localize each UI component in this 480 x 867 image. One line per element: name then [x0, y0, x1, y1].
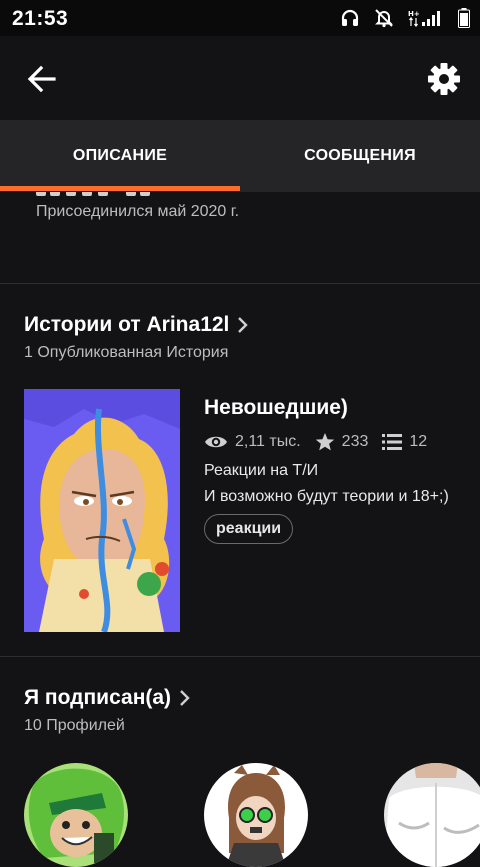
story-parts: 12 [409, 433, 428, 450]
avatar[interactable] [24, 763, 128, 867]
following-count: 10 Профилей [24, 717, 125, 734]
battery-icon [458, 8, 470, 28]
list-icon [382, 434, 403, 450]
avatar[interactable] [384, 763, 480, 867]
story-description-line: И возможно будут теории и 18+;) [204, 488, 449, 505]
divider [0, 656, 480, 657]
story-cover-image[interactable] [24, 389, 180, 632]
headphones-icon [341, 9, 359, 26]
tab-bar: ОПИСАНИЕ СООБЩЕНИЯ [0, 120, 480, 192]
story-views: 2,11 тыс. [235, 433, 301, 450]
status-bar: 21:53 H+ [0, 0, 480, 36]
status-time: 21:53 [12, 7, 69, 30]
story-votes: 233 [341, 433, 369, 450]
stories-count: 1 Опубликованная История [24, 344, 229, 361]
chevron-right-icon [180, 690, 190, 706]
status-icons: H+ [340, 8, 470, 28]
divider [0, 283, 480, 284]
eye-icon [205, 436, 227, 448]
bell-off-icon [375, 9, 393, 28]
star-icon [315, 433, 334, 451]
following-section-header[interactable]: Я подписан(а) [24, 686, 191, 710]
svg-text:H+: H+ [408, 10, 420, 18]
story-description-line: Реакции на Т/И [204, 462, 319, 479]
tab-description[interactable]: ОПИСАНИЕ [0, 120, 240, 192]
settings-gear-icon[interactable] [427, 62, 461, 96]
scrolled-text-fragment [36, 192, 152, 200]
avatar[interactable] [204, 763, 308, 867]
app-bar [0, 36, 480, 120]
back-arrow-icon[interactable] [26, 64, 58, 94]
story-tag[interactable]: реакции [204, 514, 294, 544]
following-title: Я подписан(а) [24, 686, 172, 709]
story-stats: 2,11 тыс. 233 12 [204, 430, 441, 454]
story-title[interactable]: Невошедшие) [204, 396, 348, 420]
signal-icon: H+ [408, 10, 440, 27]
joined-date: Присоединился май 2020 г. [36, 203, 240, 220]
stories-section-header[interactable]: Истории от Arina12l [24, 313, 249, 337]
chevron-right-icon [238, 317, 249, 333]
tab-messages[interactable]: СООБЩЕНИЯ [240, 120, 480, 192]
active-tab-indicator [0, 186, 240, 191]
stories-title: Истории от Arina12l [24, 313, 230, 336]
